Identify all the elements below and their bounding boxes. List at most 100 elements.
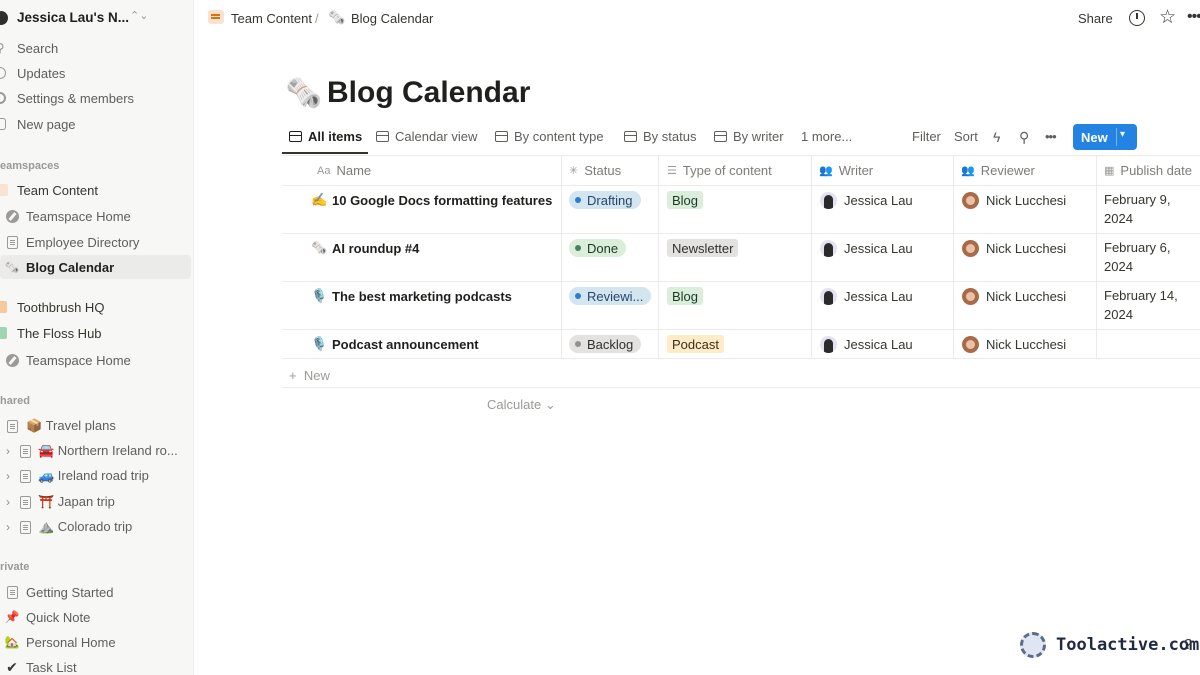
sidebar-item-teamspace-home-2[interactable]: Teamspace Home	[0, 348, 190, 372]
tab-by-writer[interactable]: By writer	[714, 129, 784, 144]
writer-cell[interactable]: Jessica Lau	[820, 192, 913, 209]
share-button[interactable]: Share	[1078, 11, 1113, 26]
column-divider	[658, 155, 659, 358]
column-header-label: Status	[584, 163, 622, 178]
check-icon: ✔	[6, 658, 18, 675]
sidebar-item-colorado-trip[interactable]: › ⛰️ Colorado trip	[0, 515, 190, 539]
chevron-right-icon[interactable]: ›	[0, 494, 16, 510]
search-icon[interactable]: ⚲	[1019, 129, 1029, 146]
status-label: Backlog	[587, 336, 634, 352]
table-border	[282, 185, 1200, 186]
tab-more-views[interactable]: 1 more...	[801, 129, 852, 144]
avatar	[962, 240, 979, 257]
sidebar-item-label: The Floss Hub	[17, 325, 102, 341]
column-header-reviewer[interactable]: 👥 Reviewer	[961, 163, 1035, 178]
sidebar-item-quick-note[interactable]: 📌 Quick Note	[0, 605, 190, 629]
sidebar-item-search[interactable]: ⚲ Search	[0, 36, 190, 60]
plus-icon	[0, 116, 8, 132]
column-header-type[interactable]: ☰ Type of content	[667, 163, 772, 178]
status-dot	[575, 245, 581, 251]
status-badge[interactable]: Backlog	[569, 335, 642, 353]
tab-calendar-view[interactable]: Calendar view	[376, 129, 477, 144]
avatar	[820, 288, 837, 305]
row-title[interactable]: Podcast announcement	[332, 337, 479, 352]
sidebar-item-employee-directory[interactable]: Employee Directory	[0, 230, 190, 254]
column-header-writer[interactable]: 👥 Writer	[819, 163, 873, 178]
workspace-name: Jessica Lau's N...	[17, 10, 130, 25]
sidebar-item-northern-ireland[interactable]: › 🚘 Northern Ireland ro...	[0, 439, 190, 463]
sidebar-item-ireland-road-trip[interactable]: › 🚙 Ireland road trip	[0, 464, 190, 488]
chevron-right-icon[interactable]: ›	[0, 468, 16, 484]
breadcrumb-team-content[interactable]: Team Content	[231, 11, 312, 26]
calculate-button[interactable]: Calculate ⌄	[487, 397, 556, 413]
chevron-down-icon[interactable]: ▾	[1120, 129, 1125, 140]
breadcrumb-blog-calendar[interactable]: Blog Calendar	[351, 11, 433, 26]
reviewer-cell[interactable]: Nick Lucchesi	[962, 192, 1066, 209]
page-icon	[17, 494, 33, 510]
sidebar-item-japan-trip[interactable]: › ⛩️ Japan trip	[0, 490, 190, 514]
sidebar-item-personal-home[interactable]: 🏡 Personal Home	[0, 630, 190, 654]
workspace-switcher[interactable]: Jessica Lau's N... ⌃⌄	[0, 6, 190, 30]
tab-by-content-type[interactable]: By content type	[495, 129, 604, 144]
sidebar-item-updates[interactable]: Updates	[0, 61, 190, 85]
column-header-name[interactable]: Aa Name	[317, 163, 371, 178]
row-title[interactable]: 10 Google Docs formatting features	[332, 193, 552, 208]
help-button[interactable]: ?	[1184, 636, 1192, 653]
more-icon[interactable]: •••	[1045, 129, 1057, 144]
writer-name: Jessica Lau	[844, 337, 913, 352]
status-badge[interactable]: Done	[569, 239, 627, 257]
column-header-label: Name	[336, 163, 372, 178]
reviewer-cell[interactable]: Nick Lucchesi	[962, 288, 1066, 305]
star-icon[interactable]: ☆	[1159, 6, 1176, 29]
sidebar-item-settings[interactable]: Settings & members	[0, 86, 190, 110]
watermark-logo: Toolactive.com	[1018, 630, 1200, 660]
writer-cell[interactable]: Jessica Lau	[820, 336, 913, 353]
lightning-icon[interactable]: ϟ	[993, 129, 1000, 145]
status-dot	[575, 341, 581, 347]
new-button[interactable]: New ▾	[1073, 124, 1137, 150]
content-type-tag[interactable]: Newsletter	[667, 239, 739, 257]
topbar: Team Content / 🗞️ Blog Calendar Share ☆ …	[194, 0, 1200, 36]
writer-cell[interactable]: Jessica Lau	[820, 288, 913, 305]
status-badge[interactable]: Drafting	[569, 191, 641, 209]
column-header-status[interactable]: ✳ Status	[569, 163, 621, 178]
sidebar-item-team-content[interactable]: Team Content	[0, 178, 190, 202]
sidebar-item-task-list[interactable]: ✔ Task List	[0, 655, 190, 675]
publish-date[interactable]: February 9, 2024	[1104, 190, 1199, 228]
tab-all-items[interactable]: All items	[289, 129, 362, 144]
content-type-tag[interactable]: Podcast	[667, 335, 724, 353]
publish-date[interactable]: February 6, 2024	[1104, 238, 1199, 276]
sidebar-item-blog-calendar[interactable]: 🗞️ Blog Calendar	[0, 255, 191, 279]
filter-button[interactable]: Filter	[912, 129, 941, 144]
reviewer-cell[interactable]: Nick Lucchesi	[962, 240, 1066, 257]
table-border	[282, 329, 1200, 330]
page-icon	[17, 519, 33, 535]
more-icon[interactable]: •••	[1187, 8, 1200, 26]
sidebar-item-label: Employee Directory	[26, 234, 140, 250]
chevron-updown-icon: ⌃⌄	[130, 10, 149, 22]
sidebar-item-travel-plans[interactable]: 📦 Travel plans	[0, 414, 190, 438]
tab-by-status[interactable]: By status	[624, 129, 696, 144]
chevron-right-icon[interactable]: ›	[0, 519, 16, 535]
sidebar-item-toothbrush-hq[interactable]: Toothbrush HQ	[0, 295, 190, 319]
reviewer-cell[interactable]: Nick Lucchesi	[962, 336, 1066, 353]
sidebar-item-new-page[interactable]: New page	[0, 112, 190, 136]
page-title[interactable]: Blog Calendar	[327, 76, 530, 110]
sidebar-item-floss-hub[interactable]: The Floss Hub	[0, 321, 190, 345]
status-badge[interactable]: Reviewi...	[569, 287, 652, 305]
row-title[interactable]: AI roundup #4	[332, 241, 419, 256]
sidebar-item-getting-started[interactable]: Getting Started	[0, 580, 190, 604]
row-title[interactable]: The best marketing podcasts	[332, 289, 512, 304]
sidebar-item-teamspace-home[interactable]: Teamspace Home	[0, 204, 190, 228]
history-icon[interactable]	[1129, 10, 1145, 26]
add-row-button[interactable]: + New	[289, 368, 330, 383]
content-type-tag[interactable]: Blog	[667, 287, 704, 305]
sort-button[interactable]: Sort	[954, 129, 978, 144]
page-emoji-icon[interactable]: 🗞️	[285, 76, 322, 111]
writer-cell[interactable]: Jessica Lau	[820, 240, 913, 257]
chevron-right-icon[interactable]: ›	[0, 443, 16, 459]
content-type-tag[interactable]: Blog	[667, 191, 704, 209]
column-header-publish-date[interactable]: ▦ Publish date	[1104, 163, 1192, 178]
publish-date[interactable]: February 14, 2024	[1104, 286, 1199, 324]
sidebar-item-label: ⛰️ Colorado trip	[38, 519, 133, 534]
